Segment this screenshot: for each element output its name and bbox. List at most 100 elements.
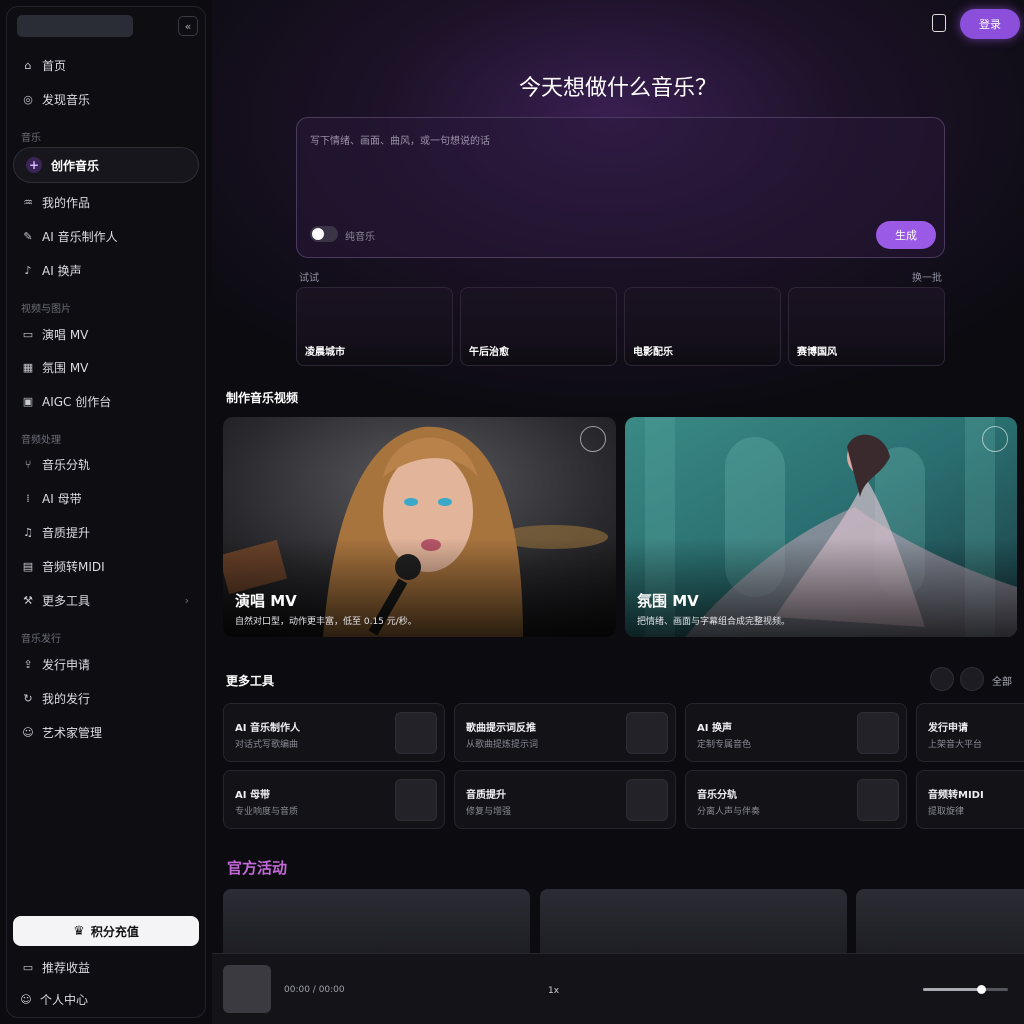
tool-card[interactable]: 歌曲提示词反推 从歌曲提炼提示词 [454, 703, 676, 762]
suggestion-card[interactable]: 赛博国风 [788, 287, 945, 366]
tool-desc: 修复与增强 [466, 807, 512, 817]
sidebar-item-singing-mv[interactable]: ▭ 演唱 MV [21, 322, 89, 346]
sidebar-item-label: AI 母带 [42, 491, 82, 506]
waveform-icon: ♒ [23, 195, 33, 209]
sidebar-item-label: 发行申请 [42, 657, 91, 672]
login-button[interactable]: 登录 [960, 9, 1020, 39]
plus-icon: + [26, 157, 42, 173]
suggestion-card[interactable]: 凌晨城市 [296, 287, 453, 366]
sidebar-item-artist-manage[interactable]: ☺ 艺术家管理 [21, 720, 102, 744]
sidebar-item-create-music[interactable]: + 创作音乐 [13, 147, 199, 183]
tool-thumbnail [857, 712, 899, 754]
hero-title: 今天想做什么音乐？ [518, 76, 717, 101]
sidebar: « ⌂ 首页 ◎ 发现音乐 音乐 + 创作音乐 ♒ 我的作品 ✎ AI 音乐制作… [6, 6, 206, 1018]
sidebar-item-label: 我的作品 [42, 195, 91, 210]
generate-button[interactable]: 生成 [876, 221, 936, 249]
audio-player: 00:00 / 00:00 1x [212, 953, 1024, 1024]
sidebar-item-label: 我的发行 [42, 691, 91, 706]
pen-icon: ✎ [23, 229, 33, 243]
tools-section-title: 更多工具 [226, 674, 275, 688]
sidebar-item-discover[interactable]: ◎ 发现音乐 [21, 87, 90, 111]
home-icon: ⌂ [24, 58, 32, 72]
sidebar-item-label: 更多工具 [42, 593, 91, 608]
tool-name: AI 音乐制作人 [235, 723, 300, 734]
volume-slider[interactable] [923, 985, 1008, 994]
tool-card[interactable]: 发行申请 上架音大平台 [916, 703, 1024, 762]
player-cover [223, 965, 271, 1013]
user-icon: ☺ [22, 725, 34, 739]
suggestion-label: 凌晨城市 [305, 347, 345, 358]
tool-card[interactable]: AI 母带 专业响度与音质 [223, 770, 445, 829]
mic-icon: ♪ [24, 263, 32, 277]
tool-desc: 定制专属音色 [697, 740, 752, 750]
shuffle-button[interactable]: 换一批 [912, 269, 942, 284]
tool-name: 音乐分轨 [697, 790, 737, 801]
event-card[interactable] [540, 889, 847, 959]
sidebar-item-label: 氛围 MV [42, 360, 89, 375]
recharge-button[interactable]: ♛ 积分充值 [13, 916, 199, 946]
sidebar-item-audio-to-midi[interactable]: ▤ 音频转MIDI [21, 554, 105, 578]
tool-thumbnail [626, 712, 668, 754]
prompt-placeholder: 写下情绪、画面、曲风，或一句想说的话 [310, 136, 490, 147]
singing-mv-card[interactable]: 演唱 MV 自然对口型，动作更丰富，低至 0.15 元/秒。 [223, 417, 616, 637]
sidebar-item-referral[interactable]: ▭ 推荐收益 [21, 955, 90, 979]
playback-speed-button[interactable]: 1x [548, 986, 559, 996]
event-card[interactable] [856, 889, 1024, 959]
phone-icon[interactable] [932, 14, 946, 32]
tool-card[interactable]: 音频转MIDI 提取旋律 [916, 770, 1024, 829]
sidebar-item-profile[interactable]: ☺ 个人中心 [19, 987, 88, 1011]
tool-name: 歌曲提示词反推 [466, 723, 536, 734]
prompt-input[interactable]: 写下情绪、画面、曲风，或一句想说的话 纯音乐 生成 [296, 117, 945, 258]
sidebar-item-aigc-studio[interactable]: ▣ AIGC 创作台 [21, 389, 111, 413]
sidebar-item-label: 音质提升 [42, 525, 91, 540]
sidebar-item-ai-producer[interactable]: ✎ AI 音乐制作人 [21, 224, 118, 248]
tool-card[interactable]: AI 换声 定制专属音色 [685, 703, 907, 762]
tool-name: AI 换声 [697, 723, 732, 734]
collapse-sidebar-button[interactable]: « [178, 16, 198, 36]
sidebar-item-ai-voice[interactable]: ♪ AI 换声 [21, 258, 82, 282]
tool-card[interactable]: 音乐分轨 分离人声与伴奏 [685, 770, 907, 829]
circle-icon[interactable] [580, 426, 606, 452]
instrumental-toggle-label: 纯音乐 [345, 232, 375, 243]
image-icon: ▣ [22, 394, 34, 408]
tool-desc: 从歌曲提炼提示词 [466, 740, 539, 750]
suggestion-label: 电影配乐 [633, 347, 673, 358]
scroll-right-button[interactable] [960, 667, 984, 691]
user-circle-icon: ☺ [20, 992, 32, 1006]
instrumental-toggle[interactable] [310, 226, 338, 242]
equalizer-icon: ⁞ [26, 491, 30, 505]
events-section-title: 官方活动 [227, 859, 288, 877]
sidebar-item-home[interactable]: ⌂ 首页 [21, 53, 67, 77]
tool-thumbnail [395, 779, 437, 821]
scroll-left-button[interactable] [930, 667, 954, 691]
tool-card[interactable]: 音质提升 修复与增强 [454, 770, 676, 829]
suggestion-card[interactable]: 电影配乐 [624, 287, 781, 366]
event-card[interactable] [223, 889, 530, 959]
ambient-mv-card[interactable]: 氛围 MV 把情绪、画面与字幕组合成完整视频。 [625, 417, 1017, 637]
sidebar-item-stem-split[interactable]: ⑂ 音乐分轨 [21, 452, 90, 476]
history-icon: ↻ [23, 691, 33, 705]
sidebar-item-ambient-mv[interactable]: ▦ 氛围 MV [21, 355, 89, 379]
sidebar-item-label: 音乐分轨 [42, 457, 91, 472]
tool-card[interactable]: AI 音乐制作人 对话式写歌编曲 [223, 703, 445, 762]
mv-card-title: 演唱 MV [235, 592, 297, 610]
brand-logo[interactable] [17, 15, 133, 37]
sidebar-item-my-works[interactable]: ♒ 我的作品 [21, 190, 90, 214]
sidebar-item-label: 艺术家管理 [42, 725, 103, 740]
split-icon: ⑂ [24, 457, 32, 471]
tool-thumbnail [626, 779, 668, 821]
sidebar-item-more-tools[interactable]: ⚒ 更多工具 › [21, 588, 193, 612]
sidebar-item-release-apply[interactable]: ⇪ 发行申请 [21, 652, 90, 676]
circle-icon[interactable] [982, 426, 1008, 452]
crown-icon: ♛ [73, 923, 85, 939]
suggestion-card[interactable]: 午后治愈 [460, 287, 617, 366]
view-all-button[interactable]: 全部 [992, 673, 1012, 688]
sidebar-item-ai-master[interactable]: ⁞ AI 母带 [21, 486, 82, 510]
sidebar-item-label: AI 音乐制作人 [42, 229, 118, 244]
sidebar-item-quality-boost[interactable]: ♫ 音质提升 [21, 520, 90, 544]
sidebar-item-label: AI 换声 [42, 263, 82, 278]
volume-knob[interactable] [976, 985, 986, 994]
sidebar-item-my-releases[interactable]: ↻ 我的发行 [21, 686, 90, 710]
tool-desc: 上架音大平台 [928, 740, 983, 750]
mv-card-title: 氛围 MV [637, 592, 699, 610]
